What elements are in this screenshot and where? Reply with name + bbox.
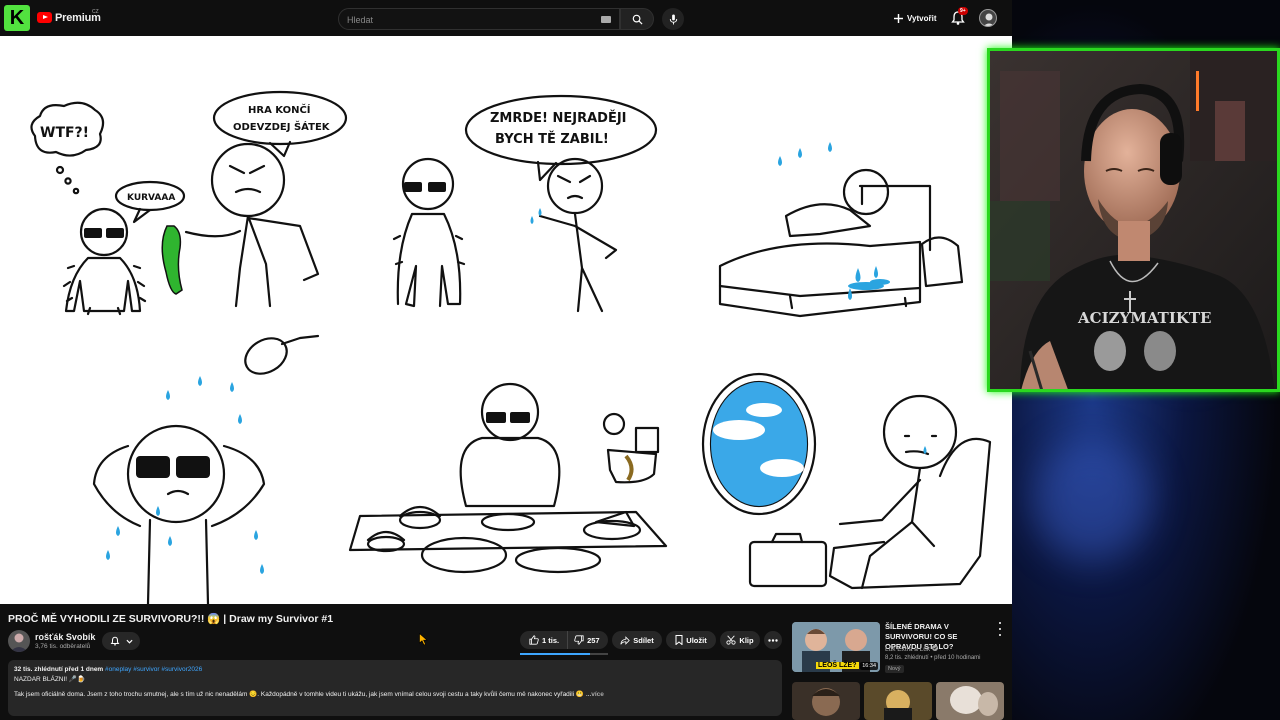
speech-bubble-zmrde (464, 94, 658, 166)
create-label: Vytvořit (907, 13, 937, 23)
save-button[interactable]: Uložit (666, 631, 716, 649)
bubble-hra-line2: ODEVZDEJ ŠÁTEK (233, 120, 331, 133)
mouse-cursor-icon (419, 633, 428, 646)
video-title: PROČ MĚ VYHODILI ZE SURVIVORU?!! 😱 | Dra… (8, 613, 334, 625)
bubble-zmrde-line1: ZMRDE! NEJRADĚJI (490, 110, 627, 126)
airplane-seat (828, 437, 992, 590)
scissors-icon (726, 635, 736, 645)
recommended-thumbnail-4[interactable] (936, 682, 1004, 720)
like-ratio-bar (520, 653, 608, 655)
youtube-top-bar: K Premium CZ Vytvořit 9+ (0, 0, 1012, 36)
recommended-thumbnail[interactable]: LEOŠ LŽE? 16:34 (792, 622, 880, 672)
dislike-count: 257 (587, 635, 600, 645)
create-button[interactable]: Vytvořit (888, 9, 943, 27)
recommended-channel[interactable]: Lůk Extra a Lůk (885, 645, 938, 653)
bell-icon (110, 636, 119, 646)
notification-badge: 9+ (958, 7, 968, 15)
bed (718, 240, 922, 298)
share-label: Sdílet (633, 635, 654, 645)
recommended-thumbnail-2[interactable] (792, 682, 860, 720)
channel-name[interactable]: rošťák Svobík (35, 632, 95, 642)
search-input[interactable] (347, 13, 597, 26)
search-box[interactable] (338, 8, 620, 30)
youtube-logo-icon[interactable] (37, 12, 52, 23)
bubble-kurvaaa-text: KURVAAA (127, 193, 175, 203)
video-player[interactable]: WTF?! KURVAAA HRA KONČÍ ODEVZDEJ ŠÁTEK Z… (0, 36, 1012, 604)
recommended-more-button[interactable] (997, 622, 1003, 636)
voice-search-button[interactable] (662, 8, 684, 30)
share-button[interactable]: Sdílet (612, 631, 662, 649)
chevron-down-icon (125, 639, 133, 644)
more-actions-button[interactable] (764, 631, 782, 649)
microphone-icon (669, 13, 677, 25)
webcam-feed: ACIZYMATIKTE (990, 51, 1277, 389)
plus-icon (894, 13, 903, 23)
clip-button[interactable]: Klip (720, 631, 760, 649)
speech-bubble-hra-konci (212, 90, 348, 146)
more-horizontal-icon (768, 638, 778, 642)
thumbs-down-icon (574, 635, 584, 645)
bubble-wtf-text: WTF?! (40, 125, 89, 141)
thumbs-up-icon (529, 635, 539, 645)
description-line-2: NAZDAR BLÁZNI! 🎤🍺 (14, 676, 86, 683)
recommended-duration: 16:34 (860, 662, 878, 670)
kick-logo: K (4, 5, 30, 31)
channel-avatar[interactable] (8, 630, 30, 652)
like-ratio-fill (520, 653, 591, 655)
like-count: 1 tis. (542, 635, 560, 645)
bookmark-icon (675, 635, 683, 645)
like-button[interactable]: 1 tis. (520, 631, 569, 649)
recommended-channel-name: Lůk Extra a Lůk (885, 646, 931, 653)
region-code: CZ (92, 9, 99, 15)
comic-drawing: WTF?! KURVAAA HRA KONČÍ ODEVZDEJ ŠÁTEK Z… (30, 90, 992, 604)
verified-check-icon (931, 645, 938, 651)
description-more-link[interactable]: ...více (586, 691, 604, 698)
clip-label: Klip (739, 635, 754, 645)
channel-subscribers: 3,76 tis. odběratelů (35, 643, 91, 650)
search-button[interactable] (620, 8, 654, 30)
recommended-meta: 8,2 tis. zhlédnutí • před 10 hodinami (885, 655, 981, 661)
description-box[interactable]: 32 tis. zhlédnutí před 1 dnem #oneplay #… (8, 660, 782, 716)
keyboard-icon[interactable] (601, 16, 611, 23)
subscription-bell-button[interactable] (102, 632, 140, 650)
shirt-print: ACIZYMATIKTE (1077, 309, 1211, 327)
shower-head (244, 337, 288, 375)
description-line-3: Tak jsem oficiálně doma. Jsem z toho tro… (14, 691, 585, 698)
recommended-new-badge: Nový (885, 665, 904, 673)
share-arrow-icon (620, 635, 631, 645)
account-avatar[interactable] (979, 9, 997, 27)
recommended-thumbnail-text: LEOŠ LŽE? (816, 662, 859, 669)
search-icon (632, 14, 643, 25)
bubble-zmrde-line2: BYCH TĚ ZABIL! (495, 131, 609, 147)
bubble-hra-line1: HRA KONČÍ (248, 103, 311, 116)
recommended-thumbnail-3[interactable] (864, 682, 932, 720)
streamer-webcam: ACIZYMATIKTE (987, 48, 1280, 392)
description-meta: 32 tis. zhlédnutí před 1 dnem (14, 666, 104, 673)
like-dislike-group: 1 tis. 257 (520, 631, 608, 649)
save-label: Uložit (686, 635, 707, 645)
dislike-button[interactable]: 257 (568, 631, 606, 649)
description-tags[interactable]: #oneplay #survivor #survivor2026 (105, 666, 202, 673)
